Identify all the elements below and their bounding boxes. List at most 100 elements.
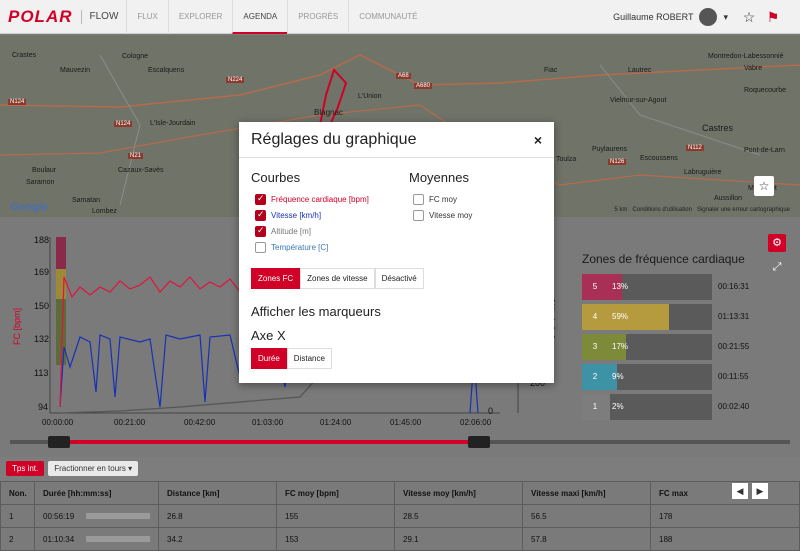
x-tick: 01:45:00 [390,418,422,427]
map-label: Vabre [744,65,763,72]
map-label: Mauvezin [60,67,90,74]
average-checkbox-row[interactable]: Vitesse moy [413,210,472,221]
star-icon[interactable]: ☆ [740,8,758,26]
zones-fc-option[interactable]: Zones FC [251,268,301,289]
zone-time: 00:21:55 [718,342,750,351]
checkbox[interactable] [255,209,266,221]
road-badge: N112 [686,145,704,151]
laps-button[interactable]: Tps int. [6,460,45,476]
curve-checkbox-row[interactable]: Vitesse [km/h] [255,209,322,221]
top-nav-bar: POLAR FLOW FLUX EXPLORER AGENDA PROGRÈS … [0,0,800,34]
y-right-end: 0 [488,406,494,416]
averages-section-title: Moyennes [409,170,469,185]
col-header: Vitesse moy [km/h] [394,481,523,505]
duration-bar [86,513,151,520]
road-badge: N126 [608,159,627,165]
x-tick: 00:42:00 [184,418,216,427]
map-label: Pont-de-Larn [744,147,785,154]
cell: 57.8 [522,527,651,551]
map-label: Boulaur [32,167,57,174]
map-label: Samatan [72,197,101,204]
timeline-start-handle[interactable] [48,436,70,448]
map-label: Montredon-Labessonnié [708,53,784,60]
cell: 26.8 [158,504,277,528]
checkbox[interactable] [413,194,424,205]
x-tick: 02:06:00 [460,418,492,427]
checkbox[interactable] [413,210,424,221]
map-label: Aussillon [714,195,743,202]
map-scale: 5 km [614,207,628,213]
curve-checkbox-row[interactable]: Altitude [m] [255,225,311,237]
settings-gear-icon[interactable]: ⚙ [768,234,786,252]
polar-logo[interactable]: POLAR [8,7,73,27]
prev-page-icon[interactable]: ◀ [732,483,748,499]
divider [239,157,554,158]
cell: 2 [0,527,35,551]
checkbox[interactable] [255,193,266,205]
y-tick: 150 [34,301,50,311]
table-row[interactable]: 1 00:56:19 26.8 155 28.5 56.5 178 [0,504,800,528]
fullscreen-icon[interactable]: ⤢ [768,258,786,276]
map-terms-link[interactable]: Conditions d'utilisation [632,207,692,213]
map-label: Lautrec [628,67,652,74]
main-nav: FLUX EXPLORER AGENDA PROGRÈS COMMUNAUTÉ [126,0,427,34]
chart-settings-modal: Réglages du graphique × Courbes Moyennes… [239,122,554,383]
road-badge: N224 [226,77,245,83]
map-report-link[interactable]: Signaler une erreur cartographique [697,207,790,213]
zone-time: 00:16:31 [718,282,750,291]
checkbox-label: FC moy [429,195,457,204]
close-icon[interactable]: × [534,132,542,148]
timeline-end-handle[interactable] [468,436,490,448]
average-checkbox-row[interactable]: FC moy [413,194,457,205]
curves-section-title: Courbes [251,170,301,185]
map-label: Puylaurens [592,146,628,153]
map-label: L'Union [358,93,382,100]
zone-row: 2 9% 00:11:55 [582,364,782,390]
cell: 01:10:34 [34,527,159,551]
nav-explorer[interactable]: EXPLORER [167,0,233,34]
zones-speed-option[interactable]: Zones de vitesse [300,268,375,289]
zone-time: 00:02:40 [718,402,750,411]
split-dropdown[interactable]: Fractionner en tours ▾ [48,460,139,476]
zone-percent: 9% [612,372,624,381]
checkbox[interactable] [255,242,266,253]
map-label: Labruguière [684,169,722,176]
next-page-icon[interactable]: ▶ [752,483,768,499]
table-row[interactable]: 2 01:10:34 34.2 153 29.1 57.8 188 [0,527,800,551]
col-header: FC moy [bpm] [276,481,395,505]
nav-communaute[interactable]: COMMUNAUTÉ [348,0,427,34]
map-label: Saramon [26,179,55,186]
y-tick: 132 [34,334,50,344]
chevron-down-icon: ▾ [723,12,728,22]
markers-section-title[interactable]: Afficher les marqueurs [251,304,381,319]
col-header: Vitesse maxi [km/h] [522,481,651,505]
user-menu[interactable]: Guillaume ROBERT ▾ [613,0,728,34]
zone4-band [56,269,66,299]
notification-icon[interactable]: ⚑ [764,8,782,26]
axis-distance-option[interactable]: Distance [286,348,332,369]
zones-off-option[interactable]: Désactivé [374,268,424,289]
timeline-selection [60,440,480,444]
col-header: Non. [0,481,35,505]
laps-toolbar: Tps int. Fractionner en tours ▾ [0,457,800,479]
favorite-route-star-icon[interactable]: ☆ [754,176,774,196]
zone-number: 3 [582,334,608,360]
nav-flux[interactable]: FLUX [126,0,167,34]
map-label: Crastes [12,52,37,59]
cell: 56.5 [522,504,651,528]
avatar [699,8,718,26]
curve-checkbox-row[interactable]: Fréquence cardiaque [bpm] [255,193,369,205]
table-pager: ◀ ▶ [732,483,768,499]
zone-row: 1 2% 00:02:40 [582,394,782,420]
nav-progres[interactable]: PROGRÈS [287,0,348,34]
axis-duration-option[interactable]: Durée [251,348,287,369]
curve-checkbox-row[interactable]: Température [C] [255,242,328,253]
checkbox[interactable] [255,225,266,237]
cell: 178 [650,504,800,528]
zone-row: 4 59% 01:13:31 [582,304,782,330]
checkbox-label: Vitesse [km/h] [271,211,322,220]
map-label: Roquecourbe [744,87,787,94]
y-axis-label: FC [bpm] [12,307,22,345]
nav-agenda[interactable]: AGENDA [232,0,288,34]
zone-bar-track: 13% [608,274,712,300]
